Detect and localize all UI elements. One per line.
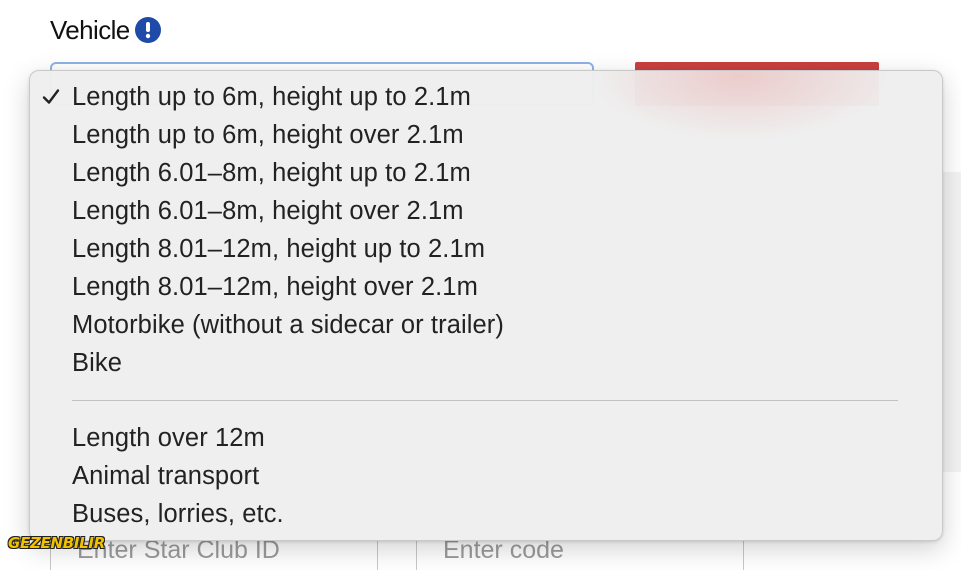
menu-item-label: Bike xyxy=(72,348,123,377)
menu-item[interactable]: Length 8.01–12m, height over 2.1m xyxy=(30,268,942,306)
menu-item-label: Motorbike (without a sidecar or trailer) xyxy=(72,310,504,339)
menu-item-label: Length 8.01–12m, height up to 2.1m xyxy=(72,234,486,263)
menu-item[interactable]: Length up to 6m, height up to 2.1m xyxy=(30,78,942,116)
menu-item-label: Length over 12m xyxy=(72,423,265,452)
menu-item[interactable]: Bike xyxy=(30,344,942,382)
menu-item-label: Length 6.01–8m, height up to 2.1m xyxy=(72,158,471,187)
menu-item-label: Buses, lorries, etc. xyxy=(72,499,284,528)
menu-item[interactable]: Length 6.01–8m, height up to 2.1m xyxy=(30,154,942,192)
menu-item-label: Length up to 6m, height up to 2.1m xyxy=(72,82,471,111)
menu-item-label: Length 8.01–12m, height over 2.1m xyxy=(72,272,478,301)
vehicle-options-group: Length up to 6m, height up to 2.1m Length… xyxy=(30,78,942,382)
vehicle-field-label: Vehicle xyxy=(50,12,161,48)
vehicle-label-text: Vehicle xyxy=(50,14,130,45)
menu-item[interactable]: Buses, lorries, etc. xyxy=(30,495,942,533)
menu-item-label: Length 6.01–8m, height over 2.1m xyxy=(72,196,464,225)
menu-item[interactable]: Length 8.01–12m, height up to 2.1m xyxy=(30,230,942,268)
menu-item[interactable]: Length up to 6m, height over 2.1m xyxy=(30,116,942,154)
menu-item[interactable]: Length over 12m xyxy=(30,419,942,457)
checkmark-icon xyxy=(42,89,60,104)
menu-item[interactable]: Animal transport xyxy=(30,457,942,495)
menu-separator xyxy=(72,400,898,401)
menu-item[interactable]: Length 6.01–8m, height over 2.1m xyxy=(30,192,942,230)
menu-item[interactable]: Motorbike (without a sidecar or trailer) xyxy=(30,306,942,344)
menu-item-label: Animal transport xyxy=(72,461,260,490)
exclamation-circle-icon[interactable] xyxy=(134,17,161,43)
menu-item-label: Length up to 6m, height over 2.1m xyxy=(72,120,464,149)
vehicle-options-group-other: Length over 12m Animal transport Buses, lo… xyxy=(30,419,942,533)
vehicle-dropdown-menu[interactable]: Length up to 6m, height up to 2.1m Length… xyxy=(29,70,943,541)
watermark: GEZENBILIR xyxy=(8,534,105,552)
